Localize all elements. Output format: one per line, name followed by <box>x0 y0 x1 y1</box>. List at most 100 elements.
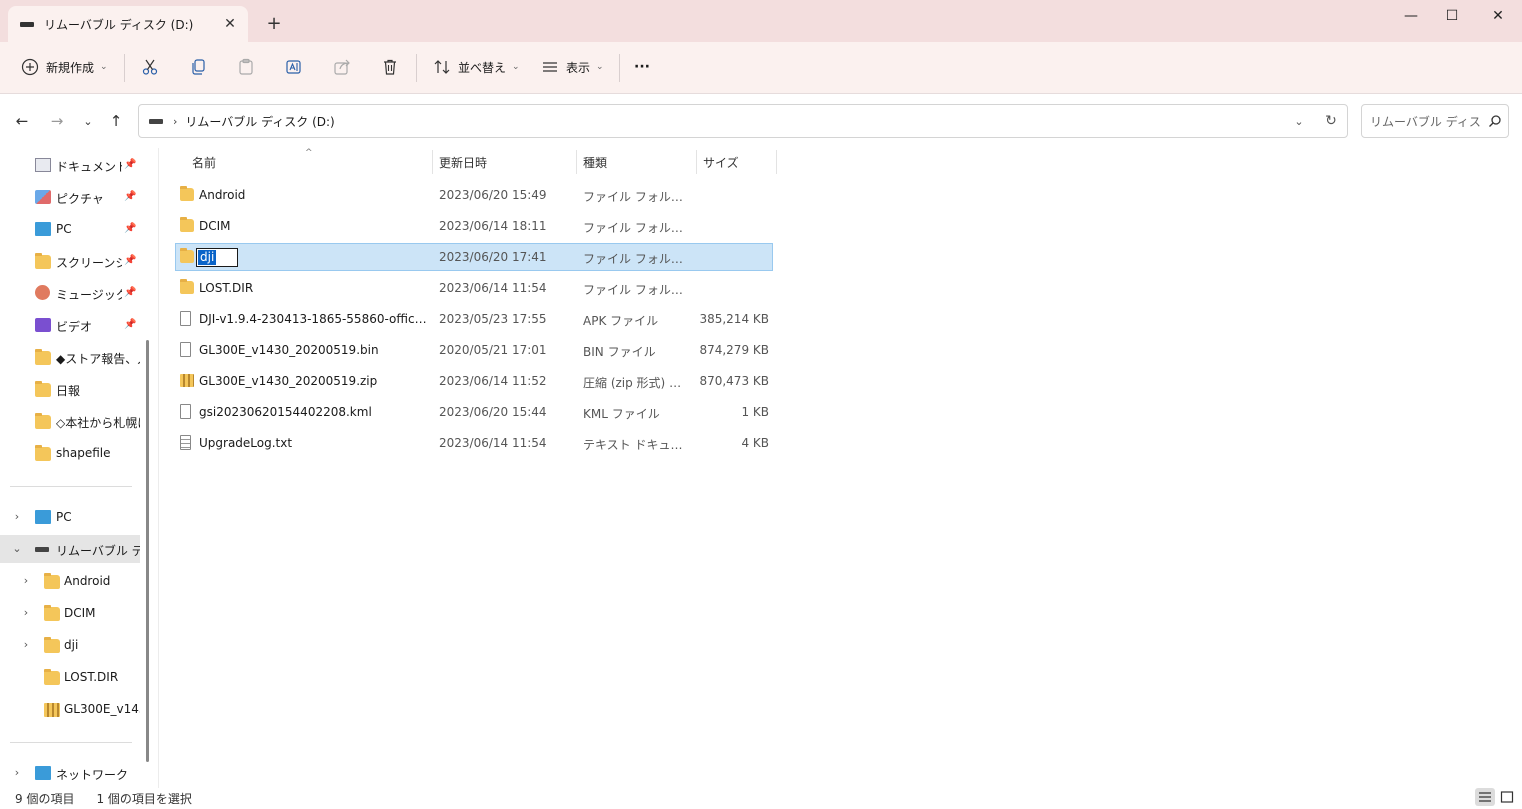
expand-chevron-icon[interactable]: › <box>10 766 24 779</box>
search-box[interactable]: リムーバブル ディスク... <box>1361 104 1509 138</box>
back-arrow-icon[interactable]: ← <box>9 108 35 134</box>
file-row-gl300e-zip[interactable]: GL300E_v1430_20200519.zip 2023/06/14 11:… <box>175 367 773 395</box>
sidebar-item-android[interactable]: › Android <box>0 567 140 595</box>
search-icon <box>1482 114 1508 128</box>
column-header-type[interactable]: 種類 <box>583 148 693 176</box>
zip-folder-icon <box>180 374 194 387</box>
folder-icon <box>180 279 194 294</box>
sidebar-item-shapefile[interactable]: shapefile <box>0 439 140 467</box>
large-icons-view-button[interactable] <box>1497 788 1517 806</box>
cut-button[interactable] <box>140 52 160 82</box>
file-row-dji[interactable]: dji 2023/06/20 17:41 ファイル フォルダー <box>175 243 773 271</box>
tab-removable-disk[interactable]: リムーバブル ディスク (D:) ✕ <box>8 6 248 42</box>
sidebar-scrollbar[interactable] <box>146 340 149 762</box>
video-icon <box>35 318 51 332</box>
collapse-chevron-icon[interactable]: ⌄ <box>10 542 24 555</box>
sidebar-item-music[interactable]: ミュージック 📌 <box>0 279 140 307</box>
delete-button[interactable] <box>380 52 400 82</box>
file-icon <box>180 404 191 419</box>
share-button[interactable] <box>332 52 352 82</box>
close-window-button[interactable]: ✕ <box>1475 0 1521 32</box>
rename-button[interactable] <box>284 52 304 82</box>
sidebar-item-dji[interactable]: › dji <box>0 631 140 659</box>
sidebar-item-head-office[interactable]: ◇本社から札幌に <box>0 407 140 435</box>
new-tab-button[interactable]: + <box>262 11 286 35</box>
sidebar-item-daily-report[interactable]: 日報 <box>0 375 140 403</box>
sidebar-item-dcim[interactable]: › DCIM <box>0 599 140 627</box>
sidebar-item-documents[interactable]: ドキュメント 📌 <box>0 151 140 179</box>
sidebar-item-zip[interactable]: GL300E_v1430_20200519.zip <box>0 695 140 723</box>
sidebar-item-store-report[interactable]: ◆ストア報告、入力 <box>0 343 140 371</box>
sidebar-item-pc[interactable]: › PC <box>0 503 140 531</box>
sidebar-item-pictures[interactable]: ピクチャ 📌 <box>0 183 140 211</box>
file-row-gsi-kml[interactable]: gsi20230620154402208.kml 2023/06/20 15:4… <box>175 398 773 426</box>
sidebar-item-removable-disk[interactable]: ⌄ リムーバブル ディスク (D:) <box>0 535 140 563</box>
breadcrumb-chevron-icon: › <box>173 114 178 128</box>
pin-icon: 📌 <box>124 319 137 330</box>
file-row-dji-apk[interactable]: DJI-v1.9.4-230413-1865-55860-official-se… <box>175 305 773 333</box>
share-icon <box>332 57 352 77</box>
file-row-lost-dir[interactable]: LOST.DIR 2023/06/14 11:54 ファイル フォルダー <box>175 274 773 302</box>
drive-icon <box>35 547 49 552</box>
sort-arrows-icon <box>432 57 452 77</box>
view-button-label: 表示 <box>566 60 591 75</box>
expand-chevron-icon[interactable]: › <box>19 606 33 619</box>
column-header-size[interactable]: サイズ <box>703 148 773 176</box>
new-button[interactable]: 新規作成 ⌄ <box>20 52 108 82</box>
refresh-icon[interactable]: ↻ <box>1320 110 1342 132</box>
expand-chevron-icon[interactable]: › <box>19 638 33 651</box>
chevron-down-icon: ⌄ <box>596 62 604 72</box>
chevron-down-icon: ⌄ <box>512 62 520 72</box>
expand-chevron-icon[interactable]: › <box>10 510 24 523</box>
file-row-upgradelog[interactable]: UpgradeLog.txt 2023/06/14 11:54 テキスト ドキュ… <box>175 429 773 457</box>
pin-icon: 📌 <box>124 255 137 266</box>
item-count: 9 個の項目 <box>15 792 75 806</box>
column-header-date[interactable]: 更新日時 <box>439 148 569 176</box>
pin-icon: 📌 <box>124 159 137 170</box>
file-icon <box>180 311 191 326</box>
folder-icon <box>180 217 194 232</box>
address-dropdown-icon[interactable]: ⌄ <box>1288 110 1310 132</box>
folder-icon <box>44 637 60 653</box>
file-row-gl300e-bin[interactable]: GL300E_v1430_20200519.bin 2020/05/21 17:… <box>175 336 773 364</box>
view-button[interactable]: 表示 ⌄ <box>540 52 604 82</box>
sort-button[interactable]: 並べ替え ⌄ <box>432 52 520 82</box>
minimize-button[interactable]: — <box>1388 0 1434 32</box>
close-tab-icon[interactable]: ✕ <box>218 12 242 36</box>
folder-icon <box>44 573 60 589</box>
copy-button[interactable] <box>188 52 208 82</box>
navigation-pane: ドキュメント 📌 ピクチャ 📌 PC 📌 スクリーンショット 📌 ミュージック … <box>0 148 158 788</box>
address-bar[interactable]: › リムーバブル ディスク (D:) <box>138 104 1348 138</box>
column-resize-handle[interactable] <box>576 150 577 174</box>
sort-button-label: 並べ替え <box>458 60 507 75</box>
column-resize-handle[interactable] <box>696 150 697 174</box>
toolbar-divider <box>416 54 417 82</box>
file-row-dcim[interactable]: DCIM 2023/06/14 18:11 ファイル フォルダー <box>175 212 773 240</box>
pc-icon <box>35 510 51 524</box>
recent-locations-chevron-icon[interactable]: ⌄ <box>75 108 101 134</box>
expand-chevron-icon[interactable]: › <box>19 574 33 587</box>
sidebar-item-pc-quick[interactable]: PC 📌 <box>0 215 140 243</box>
up-arrow-icon[interactable]: ↑ <box>103 108 129 134</box>
rename-input[interactable]: dji <box>196 248 238 267</box>
more-options-button[interactable]: ··· <box>634 52 650 82</box>
folder-icon <box>35 413 51 429</box>
sidebar-item-network[interactable]: › ネットワーク <box>0 759 140 787</box>
new-button-label: 新規作成 <box>46 60 95 75</box>
sidebar-item-lost-dir[interactable]: LOST.DIR <box>0 663 140 691</box>
sidebar-item-videos[interactable]: ビデオ 📌 <box>0 311 140 339</box>
paste-button[interactable] <box>236 52 256 82</box>
column-resize-handle[interactable] <box>776 150 777 174</box>
column-resize-handle[interactable] <box>432 150 433 174</box>
list-view-icon <box>540 57 560 77</box>
column-header-name[interactable]: 名前 <box>192 148 432 176</box>
details-view-button[interactable] <box>1475 788 1495 806</box>
maximize-button[interactable]: ☐ <box>1429 0 1475 32</box>
copy-icon <box>188 57 208 77</box>
pane-divider <box>158 148 159 788</box>
file-row-android[interactable]: Android 2023/06/20 15:49 ファイル フォルダー <box>175 181 773 209</box>
forward-arrow-icon[interactable]: → <box>44 108 70 134</box>
pictures-icon <box>35 190 51 204</box>
breadcrumb-current[interactable]: リムーバブル ディスク (D:) <box>185 113 334 130</box>
sidebar-item-screenshots[interactable]: スクリーンショット 📌 <box>0 247 140 275</box>
